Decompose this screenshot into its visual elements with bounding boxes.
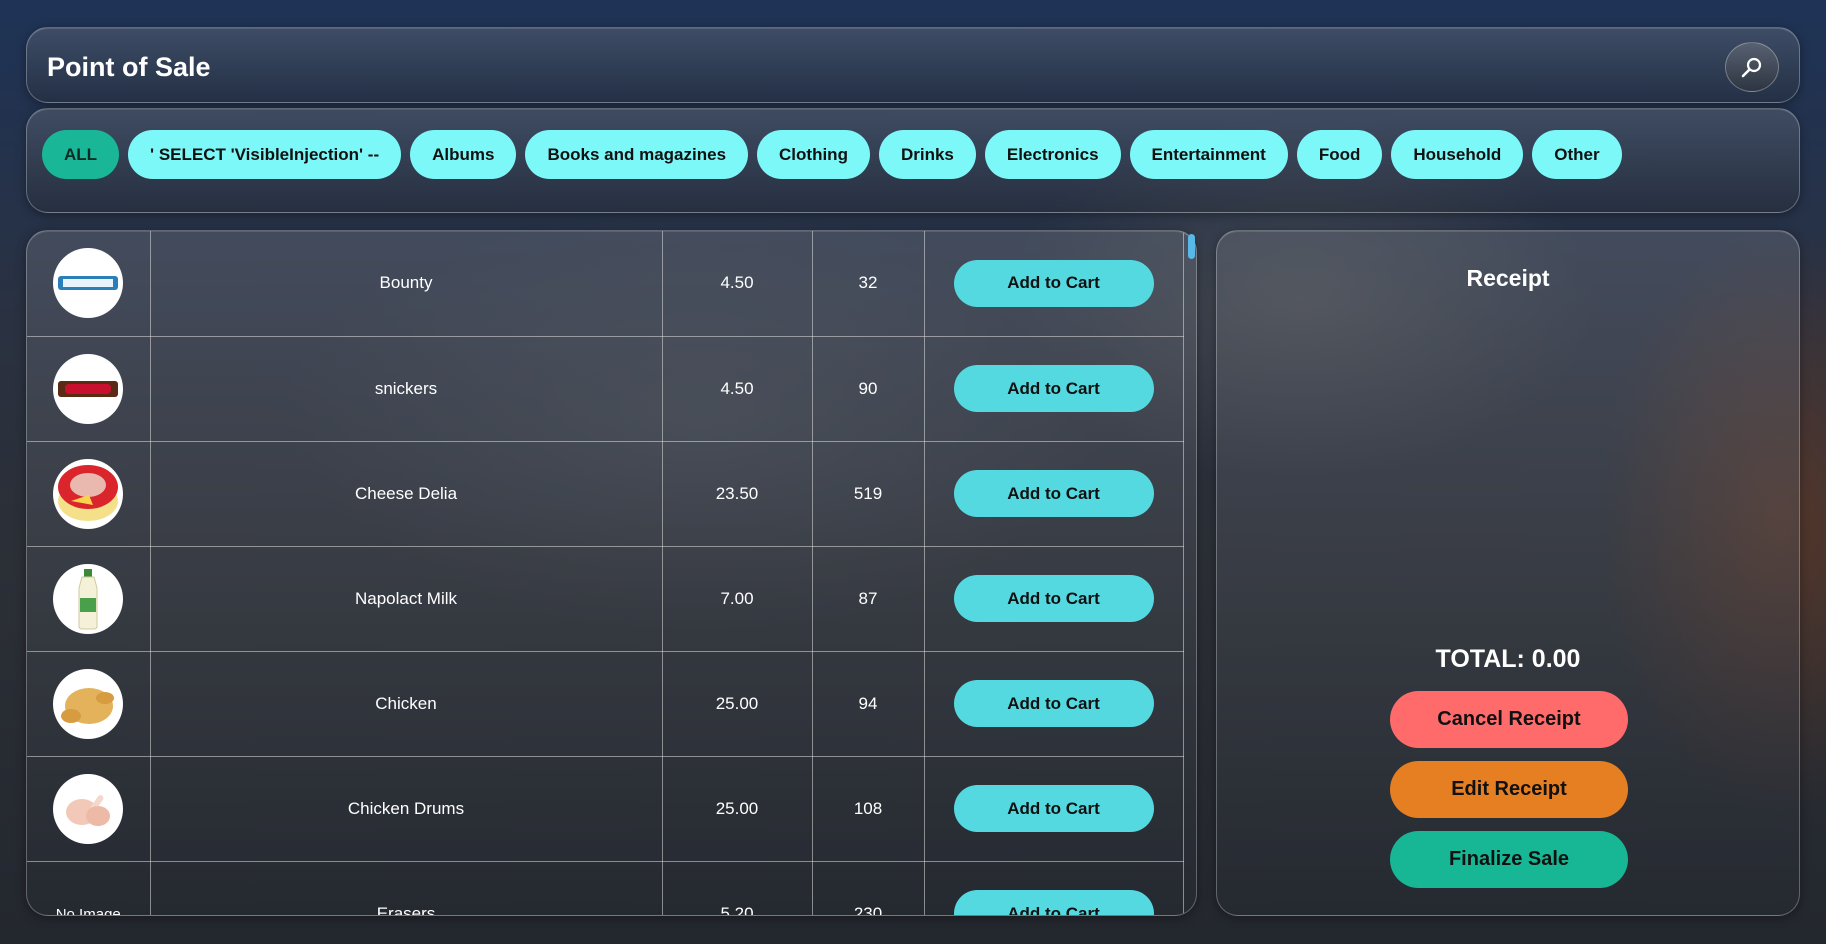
product-image-cell [27,231,151,337]
table-row: snickers 4.50 90 Add to Cart [27,335,1184,442]
table-row: Chicken 25.00 94 Add to Cart [27,650,1184,757]
product-name: Cheese Delia [149,440,663,547]
category-bar: ALL ' SELECT 'VisibleInjection' -- Albums B… [26,108,1800,213]
product-image [53,458,124,529]
product-image-cell: No Image [27,860,151,916]
product-name: Napolact Milk [149,545,663,652]
product-scrollbar-thumb[interactable] [1188,234,1195,259]
product-image [53,353,124,424]
finalize-sale-button[interactable]: Finalize Sale [1390,831,1628,888]
category-item[interactable]: Clothing [757,130,870,179]
add-to-cart-button[interactable]: Add to Cart [953,680,1154,727]
edit-receipt-button[interactable]: Edit Receipt [1390,761,1628,818]
product-price: 25.00 [661,755,813,862]
product-stock: 87 [811,545,925,652]
table-row: Chicken Drums 25.00 108 Add to Cart [27,755,1184,862]
product-name: Chicken Drums [149,755,663,862]
product-image-cell [27,335,151,442]
category-item[interactable]: Food [1296,130,1383,179]
add-to-cart-button[interactable]: Add to Cart [953,259,1154,307]
product-action-cell: Add to Cart [923,650,1184,757]
add-to-cart-button[interactable]: Add to Cart [953,470,1154,517]
category-all[interactable]: ALL [42,130,120,179]
product-list[interactable]: Bounty 4.50 32 Add to Cart snickers 4.50… [26,230,1197,916]
product-image [53,773,124,844]
product-action-cell: Add to Cart [923,755,1184,862]
product-image [53,248,124,319]
category-item[interactable]: Drinks [878,130,976,179]
product-price: 25.00 [661,650,813,757]
header-bar: Point of Sale [26,27,1800,103]
product-image-cell [27,650,151,757]
product-scrollbar[interactable] [1180,232,1190,912]
product-action-cell: Add to Cart [923,860,1184,915]
no-image-text: No Image [55,905,121,916]
add-to-cart-button[interactable]: Add to Cart [953,785,1154,832]
table-row: Napolact Milk 7.00 87 Add to Cart [27,545,1184,652]
add-to-cart-button[interactable]: Add to Cart [953,365,1154,412]
product-action-cell: Add to Cart [923,545,1184,652]
product-price: 4.50 [661,231,813,337]
table-row: Bounty 4.50 32 Add to Cart [27,231,1184,337]
add-to-cart-button[interactable]: Add to Cart [953,575,1154,622]
product-image-cell [27,440,151,547]
category-item[interactable]: ' SELECT 'VisibleInjection' -- [128,130,402,179]
receipt-panel: Receipt TOTAL: 0.00 Cancel Receipt Edit … [1216,230,1800,916]
category-item[interactable]: Other [1532,130,1622,179]
category-list: ALL ' SELECT 'VisibleInjection' -- Albums B… [42,130,1622,179]
product-name: Erasers [149,860,663,915]
table-row: Cheese Delia 23.50 519 Add to Cart [27,440,1184,547]
category-item[interactable]: Books and magazines [525,130,749,179]
page-title: Point of Sale [47,52,211,82]
product-price: 7.00 [661,545,813,652]
product-stock: 94 [811,650,925,757]
product-stock: 32 [811,231,925,337]
receipt-total: TOTAL: 0.00 [1435,645,1581,673]
product-stock: 230 [811,860,925,915]
category-item[interactable]: Household [1391,130,1524,179]
product-name: Bounty [149,231,663,337]
product-name: snickers [149,335,663,442]
product-action-cell: Add to Cart [923,335,1184,442]
product-price: 4.50 [661,335,813,442]
category-item[interactable]: Albums [410,130,517,179]
product-image [53,668,124,739]
product-action-cell: Add to Cart [923,440,1184,547]
product-name: Chicken [149,650,663,757]
cancel-receipt-button[interactable]: Cancel Receipt [1390,691,1628,748]
product-action-cell: Add to Cart [923,231,1184,337]
product-stock: 90 [811,335,925,442]
product-table: Bounty 4.50 32 Add to Cart snickers 4.50… [27,231,1184,916]
receipt-title: Receipt [1466,265,1550,291]
search-button[interactable] [1725,42,1779,92]
product-price: 5.20 [661,860,813,915]
add-to-cart-button[interactable]: Add to Cart [953,890,1154,915]
table-row: No Image Erasers 5.20 230 Add to Cart [27,860,1184,916]
category-item[interactable]: Entertainment [1129,130,1288,179]
product-image-cell [27,755,151,862]
category-item[interactable]: Electronics [984,130,1121,179]
product-image [53,563,124,634]
product-image-cell [27,545,151,652]
product-stock: 519 [811,440,925,547]
product-stock: 108 [811,755,925,862]
search-icon [1741,57,1762,78]
product-price: 23.50 [661,440,813,547]
